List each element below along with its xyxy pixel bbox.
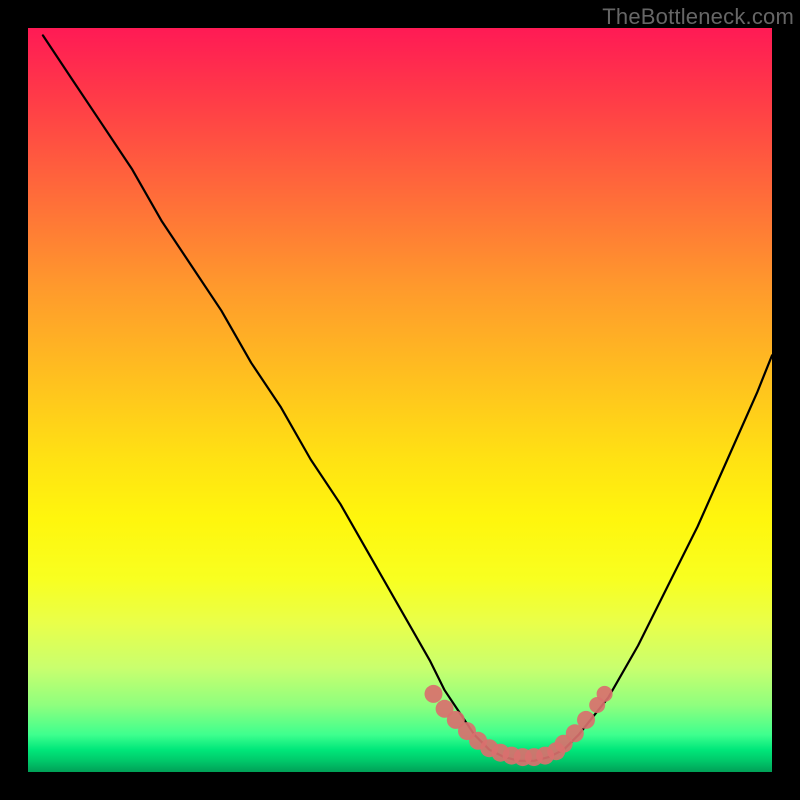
highlight-dots	[425, 685, 613, 766]
chart-plot-area	[28, 28, 772, 772]
chart-frame: TheBottleneck.com	[0, 0, 800, 800]
chart-svg	[28, 28, 772, 772]
v-curve-line	[43, 35, 772, 760]
watermark-text: TheBottleneck.com	[602, 4, 794, 30]
